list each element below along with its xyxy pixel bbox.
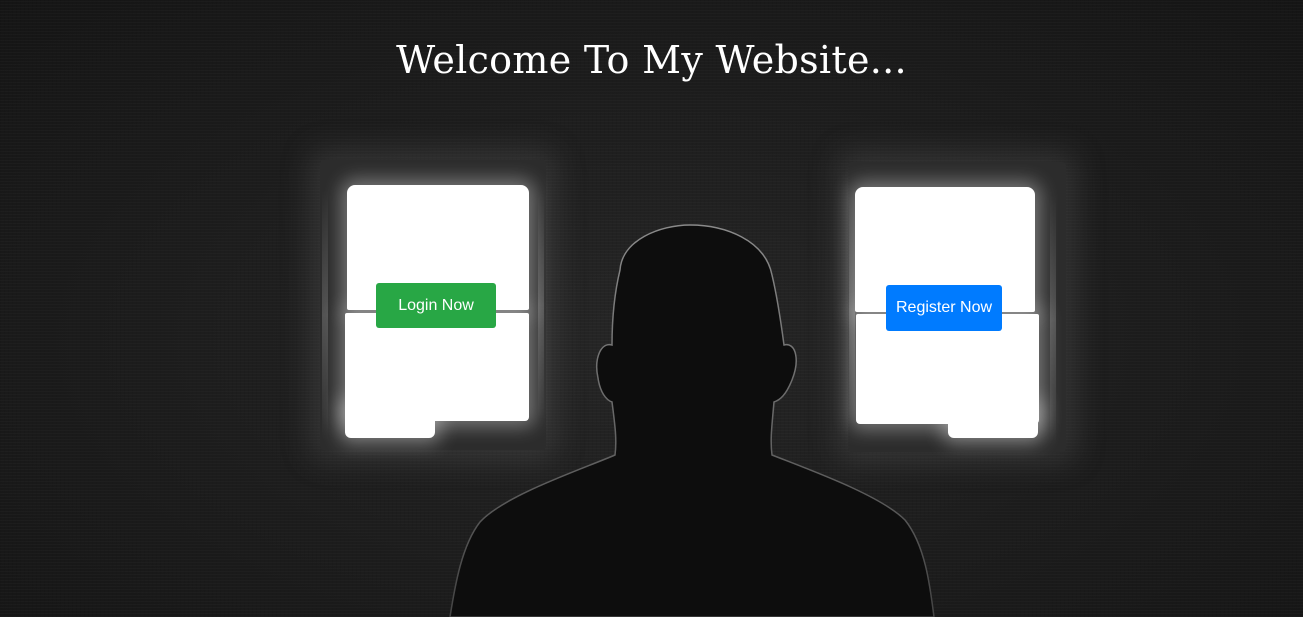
register-button[interactable]: Register Now bbox=[886, 285, 1002, 331]
landing-page: Welcome To My Website... Login Now Regis… bbox=[0, 0, 1303, 617]
page-title: Welcome To My Website... bbox=[396, 38, 907, 82]
login-button[interactable]: Login Now bbox=[376, 283, 496, 328]
person-silhouette bbox=[449, 224, 935, 617]
